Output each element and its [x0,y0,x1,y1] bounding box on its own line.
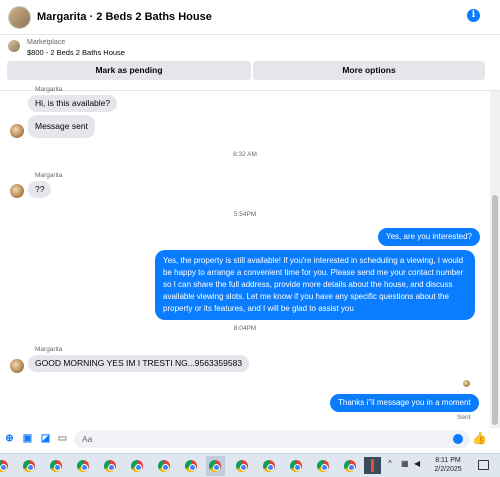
scrollbar-thumb[interactable] [492,195,498,425]
emoji-icon[interactable] [453,434,463,444]
chat-title[interactable]: Margarita · 2 Beds 2 Baths House [37,11,212,23]
timestamp: 5:54PM [233,211,257,218]
messenger-window: Margarita · 2 Beds 2 Baths House i Marke… [0,0,500,477]
chrome-icon[interactable] [23,460,35,472]
outgoing-message[interactable]: Thanks i"il message you in a moment [330,394,479,412]
contact-avatar[interactable] [10,359,24,373]
message-bubble[interactable]: ?? [28,181,52,198]
gif-icon[interactable]: ▭ [57,433,68,444]
marketplace-panel: Marketplace $800 - 2 Beds 2 Baths House … [0,35,500,91]
chrome-icon[interactable] [158,460,170,472]
sender-name: Margarita [35,172,63,179]
chrome-icon[interactable] [290,460,302,472]
message-bubble[interactable]: Hi, is this available? [28,95,118,112]
chrome-icon[interactable] [185,460,197,472]
message-input[interactable]: Aa [74,430,470,448]
network-icon[interactable]: ▦ [401,459,409,468]
timestamp: 8:04PM [233,325,257,332]
chrome-icon[interactable] [263,460,275,472]
notification-icon[interactable] [478,460,489,470]
listing-title[interactable]: $800 - 2 Beds 2 Baths House [27,48,125,57]
chrome-icon[interactable] [131,460,143,472]
message-bubble[interactable]: GOOD MORNING YES IM I TRESTI NG...956335… [28,355,250,372]
listing-thumbnail[interactable] [8,40,20,52]
clock-date: 2/2/2025 [434,466,462,473]
chrome-icon[interactable] [344,460,356,472]
message-composer: ⊕ ▣ ◪ ▭ Aa 👍 [0,428,500,451]
chat-header: Margarita · 2 Beds 2 Baths House i [0,0,500,35]
volume-icon[interactable]: ◀ [414,459,420,468]
chrome-icon[interactable] [209,460,221,472]
chrome-icon[interactable] [236,460,248,472]
more-options-button[interactable]: More options [253,61,485,80]
mark-as-pending-button[interactable]: Mark as pending [7,61,251,80]
windows-taskbar: ^ ▦ ◀ 8:11 PM 2/2/2025 [0,453,500,477]
sender-name: Margarita [35,86,63,93]
message-bubble[interactable]: Message sent [28,115,95,138]
chrome-icon[interactable] [50,460,62,472]
app-icon[interactable] [364,457,381,474]
outgoing-message[interactable]: Yes, are you interested? [378,228,480,246]
chevron-up-icon[interactable]: ^ [388,459,392,468]
clock-time: 8:11 PM [435,457,461,464]
info-icon[interactable]: i [467,9,480,22]
seen-indicator-avatar [463,380,470,387]
scrollbar[interactable] [490,91,500,428]
sent-status: Sent [457,414,471,421]
contact-avatar[interactable] [10,124,24,138]
chrome-icon[interactable] [0,460,8,472]
plus-circle-icon[interactable]: ⊕ [4,433,15,444]
avatar[interactable] [8,5,31,29]
chrome-icon[interactable] [77,460,89,472]
sender-name: Margarita [35,346,63,353]
timestamp: 8:32 AM [233,151,257,158]
outgoing-message[interactable]: Yes, the property is still available! If… [155,250,475,320]
sticker-icon[interactable]: ◪ [40,433,51,444]
system-clock[interactable]: 8:11 PM 2/2/2025 [428,456,468,474]
contact-avatar[interactable] [10,184,24,198]
thumbs-up-icon[interactable]: 👍 [472,431,487,445]
chrome-icon[interactable] [104,460,116,472]
marketplace-label: Marketplace [27,39,66,46]
chrome-icon[interactable] [317,460,329,472]
photo-icon[interactable]: ▣ [22,433,33,444]
